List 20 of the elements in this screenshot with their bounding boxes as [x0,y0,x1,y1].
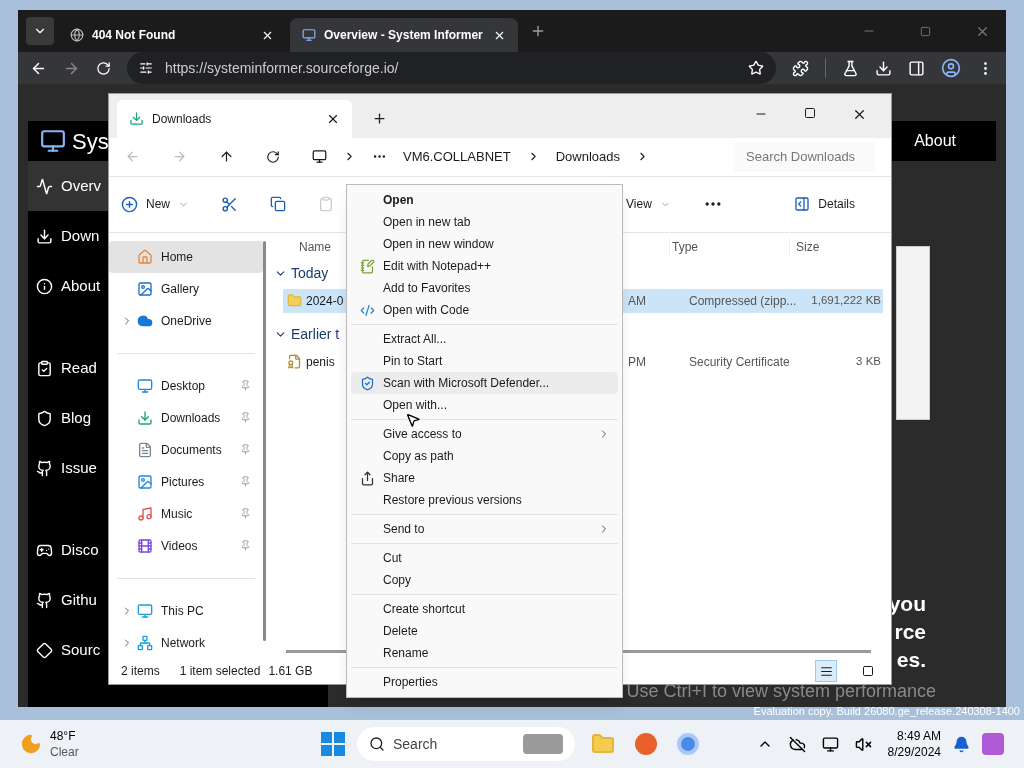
file-size: 1,691,222 KB [810,293,882,308]
status-text: 2 items [121,663,160,681]
file-size: 3 KB [855,354,882,369]
site-title: Sys [72,127,109,156]
status-text: 1.61 GB [268,663,313,681]
file-name: 2024-0 [306,292,344,310]
hero-text: es. [896,647,926,673]
file-type: Security Certificate [689,353,791,371]
file-date: PM [627,353,647,371]
tab-title: 404 Not Found [92,27,177,44]
weather-temperature: 48°F [50,728,77,744]
tab-title: Overview - System Informer [324,27,484,44]
file-name: penis [306,353,335,371]
url-text: https://systeminformer.sourceforge.io/ [165,58,400,78]
hero-text: rce [894,619,926,645]
file-date: AM [627,292,647,310]
watermark-text: Evaluation copy. Build 26080.ge_release.240308-1400 [753,704,1020,719]
weather-condition: Clear [50,744,79,760]
status-text: 1 item selected [179,663,261,681]
file-type: Compressed (zipp... [689,292,798,310]
